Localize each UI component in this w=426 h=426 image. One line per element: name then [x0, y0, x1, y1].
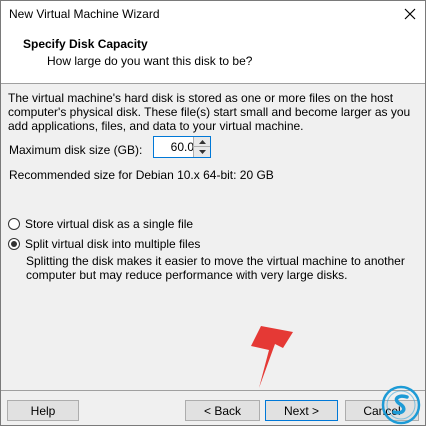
- next-button[interactable]: Next >: [265, 400, 338, 421]
- back-button[interactable]: < Back: [185, 400, 260, 421]
- wizard-window: New Virtual Machine Wizard Specify Disk …: [0, 0, 426, 426]
- disk-size-input[interactable]: [154, 137, 196, 157]
- page-title: Specify Disk Capacity: [23, 37, 148, 51]
- footer-divider: [1, 390, 425, 391]
- title-bar: New Virtual Machine Wizard: [1, 1, 425, 27]
- disk-size-label: Maximum disk size (GB):: [9, 143, 143, 157]
- spin-down-button[interactable]: [194, 147, 210, 157]
- spin-buttons: [193, 137, 210, 157]
- solvetic-logo: [381, 385, 421, 425]
- spin-up-button[interactable]: [194, 137, 210, 147]
- wizard-content: The virtual machine's hard disk is store…: [1, 84, 425, 390]
- recommended-size: Recommended size for Debian 10.x 64-bit:…: [9, 168, 274, 182]
- wizard-header: Specify Disk Capacity How large do you w…: [1, 27, 425, 84]
- radio-split-label: Split virtual disk into multiple files: [25, 237, 201, 251]
- window-title: New Virtual Machine Wizard: [9, 7, 160, 21]
- close-icon: [404, 8, 416, 20]
- disk-description: The virtual machine's hard disk is store…: [8, 91, 411, 133]
- disk-size-stepper: [153, 136, 211, 158]
- chevron-up-icon: [198, 139, 206, 144]
- chevron-down-icon: [198, 150, 206, 154]
- red-arrow-icon: [251, 326, 293, 388]
- radio-single-indicator[interactable]: [8, 218, 20, 230]
- radio-split-files[interactable]: Split virtual disk into multiple files: [8, 237, 200, 251]
- radio-single-file[interactable]: Store virtual disk as a single file: [8, 217, 193, 231]
- page-subtitle: How large do you want this disk to be?: [47, 54, 253, 68]
- radio-single-label: Store virtual disk as a single file: [25, 217, 194, 231]
- radio-split-indicator[interactable]: [8, 238, 20, 250]
- split-description: Splitting the disk makes it easier to mo…: [26, 254, 405, 282]
- close-button[interactable]: [395, 1, 425, 27]
- help-button[interactable]: Help: [7, 400, 79, 421]
